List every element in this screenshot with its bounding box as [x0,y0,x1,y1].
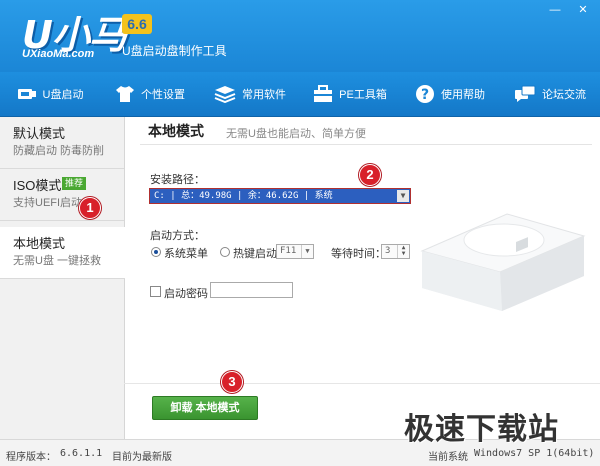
install-path-select[interactable]: C: | 总：49.98G | 余：46.62G | 系统 ▼ [149,188,411,204]
window-controls: — ✕ [546,4,592,18]
tshirt-icon [115,85,135,103]
update-status: 目前为最新版 [112,452,172,463]
toolbar-item-help[interactable]: ? 使用帮助 [400,72,500,116]
step-marker-2: 2 [359,164,381,186]
svg-text:?: ? [421,87,429,103]
step-marker-3: 3 [221,371,243,393]
system-value: Windows7 SP 1(64bit) [474,448,595,459]
toolbar-item-usb-boot[interactable]: U盘启动 [0,72,100,116]
sidebar-item-title: 本地模式 [13,236,66,251]
radio-system-menu-label: 系统菜单 [164,248,208,260]
chevron-down-icon: ▼ [301,245,313,258]
toolbox-icon [313,85,333,103]
app-subtitle: U盘启动盘制作工具 [122,44,227,58]
sidebar-item-iso-mode[interactable]: ISO模式 推荐 支持UEFI启动 [0,169,124,221]
minimize-icon[interactable]: — [546,4,564,16]
boot-password-label: 启动密码 [164,288,208,300]
page-title: 本地模式 [148,123,204,139]
boot-password-input[interactable] [210,282,293,298]
radio-hotkey-label: 热键启动 [233,248,277,260]
recommended-badge: 推荐 [62,177,87,190]
version-label: 程序版本： [6,452,56,463]
toolbar-label: 论坛交流 [542,89,586,101]
sidebar-item-desc: 无需U盘 一键拯救 [13,255,101,267]
app-header: U小马 6.6 U盘启动盘制作工具 UXiaoMa.com — ✕ [0,0,600,72]
help-icon: ? [415,84,435,104]
hotkey-select[interactable]: F11 ▼ [276,244,314,259]
sidebar-item-default-mode[interactable]: 默认模式 防藏启动 防毒防削 [0,117,124,169]
version-value: 6.6.1.1 [60,448,103,459]
toolbar-item-forum[interactable]: 论坛交流 [500,72,600,116]
sidebar-item-title: ISO模式 [13,178,62,193]
spin-arrows-icon[interactable]: ▲ ▼ [397,245,409,258]
toolbar-item-software[interactable]: 常用软件 [200,72,300,116]
sidebar-item-desc: 防藏启动 防毒防削 [13,145,105,157]
boot-password-checkbox[interactable] [150,286,161,297]
app-domain: UXiaoMa.com [22,48,95,60]
wait-time-value: 3 [385,246,391,256]
hotkey-value: F11 [280,246,297,256]
uninstall-local-mode-button[interactable]: 卸载 本地模式 [152,396,258,420]
usb-icon [17,86,37,102]
site-watermark: 极速下载站 [404,413,559,446]
sidebar-item-title: 默认模式 [13,126,66,141]
radio-hotkey[interactable] [220,247,230,257]
boot-method-label: 启动方式： [150,230,205,242]
toolbar-label: U盘启动 [42,89,84,101]
install-path-label: 安装路径： [150,174,205,186]
wait-time-stepper[interactable]: 3 ▲ ▼ [381,244,410,259]
hard-drive-illustration [412,196,592,316]
divider [140,144,592,145]
toolbar-label: 使用帮助 [441,89,485,101]
stack-icon [214,85,236,103]
toolbar-label: 个性设置 [141,89,185,101]
radio-system-menu[interactable] [151,247,161,257]
wait-time-label: 等待时间： [331,248,386,260]
page-subtitle: 无需U盘也能启动、简单方便 [226,128,366,140]
version-badge: 6.6 [122,14,152,34]
sidebar-item-local-mode[interactable]: 本地模式 无需U盘 一键拯救 [0,227,125,279]
toolbar-label: PE工具箱 [339,89,387,101]
close-icon[interactable]: ✕ [574,4,592,16]
toolbar-item-pe-toolbox[interactable]: PE工具箱 [300,72,400,116]
chat-icon [514,85,536,103]
toolbar-label: 常用软件 [242,89,286,101]
install-path-value: C: | 总：49.98G | 余：46.62G | 系统 [154,191,333,201]
divider [124,383,600,384]
main-toolbar: U盘启动 个性设置 常用软件 PE工具箱 ? 使用帮助 论坛交流 [0,72,600,117]
mode-sidebar: 默认模式 防藏启动 防毒防削 ISO模式 推荐 支持UEFI启动 本地模式 无需… [0,117,125,439]
toolbar-item-personalize[interactable]: 个性设置 [100,72,200,116]
chevron-down-icon[interactable]: ▼ [397,190,409,202]
system-label: 当前系统 [428,452,468,463]
sidebar-item-desc: 支持UEFI启动 [13,197,83,209]
step-marker-1: 1 [79,197,101,219]
